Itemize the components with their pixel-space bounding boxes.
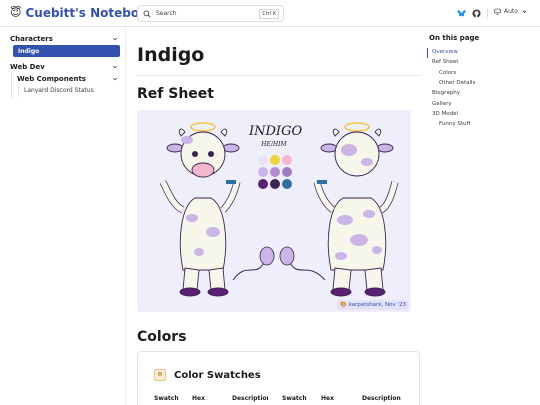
toc-item-funny-stuff[interactable]: Funny Stuff — [439, 121, 470, 127]
toc-active-indicator — [427, 48, 428, 58]
title-divider — [137, 75, 422, 76]
chevron-down-icon — [112, 37, 118, 41]
search-shortcut-badge: Ctrl K — [259, 8, 279, 19]
palette-swatch — [270, 155, 280, 165]
bluesky-icon[interactable] — [457, 9, 466, 18]
toc-item-ref-sheet[interactable]: Ref Sheet — [432, 59, 459, 65]
chevron-down-icon — [522, 10, 527, 14]
palette-swatch — [282, 167, 292, 177]
palette-swatch — [270, 179, 280, 189]
github-icon[interactable] — [472, 9, 481, 18]
palette-swatch — [282, 179, 292, 189]
chevron-down-icon — [112, 77, 118, 81]
sidebar-subgroup-label: Web Components — [17, 75, 86, 83]
toc-title: On this page — [429, 34, 480, 42]
color-swatches-card: ⚙ Color Swatches Swatch Hex Description … — [137, 351, 420, 405]
ref-sheet-name-text: INDIGO — [249, 124, 303, 139]
site-logo-link[interactable]: 😇 Cuebitt's Notebook — [10, 6, 155, 20]
toc-item-colors[interactable]: Colors — [439, 70, 456, 76]
ref-sheet-palette — [258, 155, 292, 189]
sidebar-indent-line — [11, 72, 12, 98]
sidebar-group-label: Characters — [10, 35, 53, 43]
image-credit-text: karpetshark, Nov '23 — [348, 302, 406, 308]
sidebar: Characters Indigo Web Dev Web Components… — [0, 27, 126, 405]
sidebar-subgroup-web-components[interactable]: Web Components — [17, 75, 118, 83]
card-title: Color Swatches — [174, 370, 261, 381]
theme-label: Auto — [504, 8, 518, 15]
sidebar-group-web-dev[interactable]: Web Dev — [10, 63, 118, 71]
palette-swatch — [258, 167, 268, 177]
top-navbar: 😇 Cuebitt's Notebook Search Ctrl K Auto — [0, 0, 540, 27]
toc-item-overview[interactable]: Overview — [432, 49, 458, 55]
sidebar-indent-line — [18, 85, 19, 97]
navbar-divider — [487, 8, 488, 19]
ref-sheet-pronouns-text: HE/HIM — [261, 141, 287, 148]
page-title: Indigo — [137, 44, 205, 66]
section-heading-colors: Colors — [137, 329, 187, 345]
toc-item-3d-model[interactable]: 3D Model — [432, 111, 458, 117]
sidebar-item-indigo[interactable]: Indigo — [13, 45, 120, 57]
toc-item-biography[interactable]: Biography — [432, 90, 460, 96]
image-credit-badge[interactable]: 🎨 karpetshark, Nov '23 — [336, 300, 409, 310]
search-placeholder: Search — [156, 10, 177, 17]
palette-swatch — [270, 167, 280, 177]
palette-swatch — [282, 155, 292, 165]
column-header-hex: Hex — [321, 395, 334, 402]
column-header-description: Description — [362, 395, 401, 402]
toc-item-gallery[interactable]: Gallery — [432, 101, 452, 107]
sidebar-group-label: Web Dev — [10, 63, 45, 71]
column-header-swatch: Swatch — [154, 395, 179, 402]
chevron-down-icon — [112, 65, 118, 69]
monitor-icon — [494, 8, 501, 15]
palette-swatch — [258, 155, 268, 165]
artist-icon: 🎨 — [339, 302, 347, 308]
search-button[interactable]: Search Ctrl K — [137, 5, 284, 22]
sidebar-group-characters[interactable]: Characters — [10, 35, 118, 43]
sidebar-item-lanyard-discord-status[interactable]: Lanyard Discord Status — [24, 87, 94, 94]
search-icon — [143, 10, 151, 18]
column-header-description: Description — [232, 395, 268, 402]
column-header-hex: Hex — [192, 395, 205, 402]
palette-swatch — [258, 179, 268, 189]
ref-sheet-image[interactable]: INDIGO HE/HIM 🎨 karpetshark, Nov '23 — [137, 110, 411, 312]
theme-switcher[interactable]: Auto — [494, 8, 528, 15]
main-content: Indigo Ref Sheet INDIGO HE/HIM 🎨 karpets… — [126, 27, 422, 405]
site-title: Cuebitt's Notebook — [25, 6, 156, 20]
toc-item-other-details[interactable]: Other Details — [439, 80, 475, 86]
logo-emoji-icon: 😇 — [10, 6, 22, 19]
table-of-contents: On this page Overview Ref Sheet Colors Othe… — [422, 27, 540, 405]
column-header-swatch: Swatch — [282, 395, 307, 402]
section-heading-ref-sheet: Ref Sheet — [137, 86, 214, 102]
gear-icon: ⚙ — [154, 369, 166, 381]
